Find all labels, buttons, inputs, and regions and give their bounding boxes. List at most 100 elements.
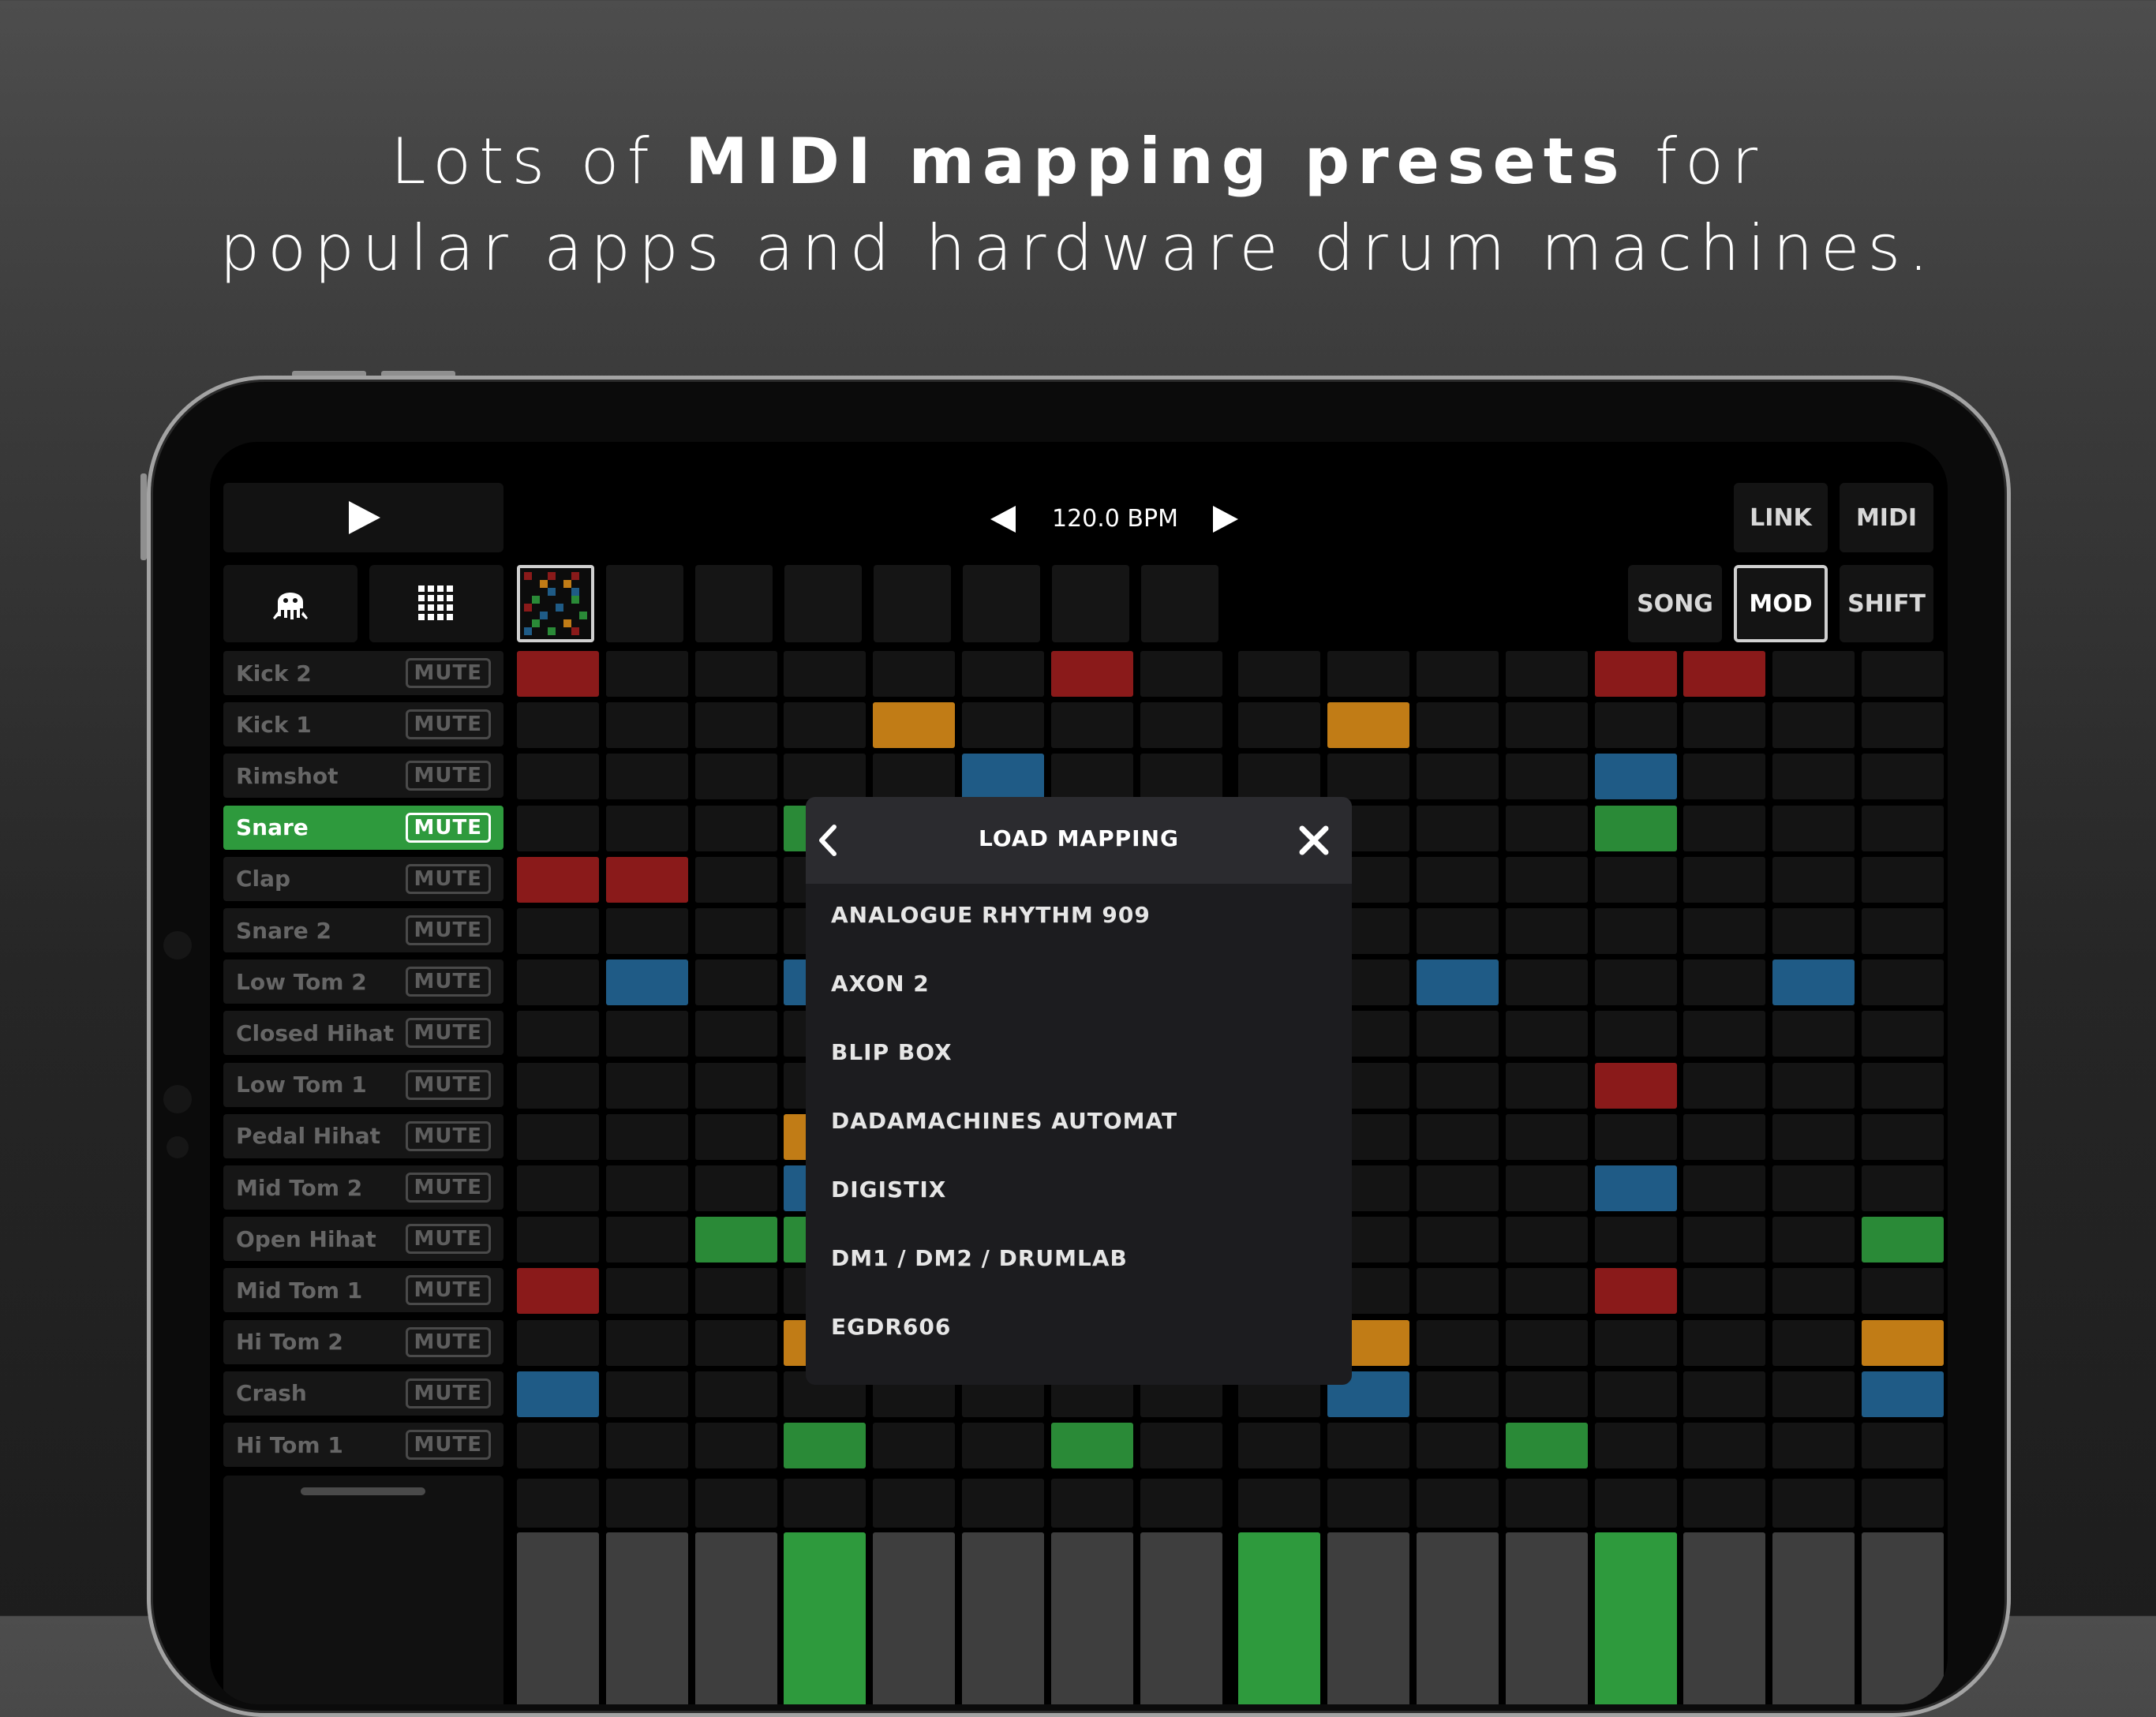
track-row[interactable]: Pedal Hihat MUTE <box>223 1113 503 1158</box>
step-cell[interactable] <box>1862 805 1944 851</box>
step-cell[interactable] <box>1594 702 1677 749</box>
step-indicator[interactable] <box>1238 1532 1321 1704</box>
play-button[interactable] <box>223 483 503 552</box>
step-cell[interactable] <box>1417 1165 1499 1211</box>
step-cell[interactable] <box>517 1217 599 1263</box>
track-list-scrollbar[interactable] <box>301 1487 425 1495</box>
step-cell[interactable] <box>1417 1113 1499 1160</box>
step-cell[interactable] <box>962 651 1044 697</box>
step-cell[interactable] <box>605 754 688 800</box>
step-indicator[interactable] <box>1772 1532 1855 1704</box>
mute-button[interactable]: MUTE <box>405 1430 491 1460</box>
step-cell[interactable] <box>1140 1423 1222 1468</box>
shift-button[interactable]: SHIFT <box>1840 565 1933 642</box>
step-cell[interactable] <box>694 1319 777 1366</box>
bpm-display[interactable]: 120.0 BPM <box>1052 505 1178 533</box>
step-cell[interactable] <box>1505 1113 1588 1160</box>
step-cell[interactable] <box>1772 1165 1855 1211</box>
song-button[interactable]: SONG <box>1628 565 1722 642</box>
step-indicator[interactable] <box>962 1532 1044 1704</box>
step-indicator[interactable] <box>1862 1532 1944 1704</box>
pattern-slot-7[interactable] <box>1052 565 1129 642</box>
track-row[interactable]: Kick 1 MUTE <box>223 702 503 747</box>
step-cell[interactable] <box>517 1062 599 1109</box>
mute-button[interactable]: MUTE <box>405 863 491 894</box>
track-row[interactable]: Kick 2 MUTE <box>223 651 503 695</box>
step-cell[interactable] <box>517 960 599 1006</box>
pattern-slot-2[interactable] <box>606 565 683 642</box>
track-row[interactable]: Hi Tom 2 MUTE <box>223 1319 503 1364</box>
mute-button[interactable]: MUTE <box>405 1120 491 1151</box>
step-cell[interactable] <box>1772 1371 1855 1417</box>
step-cell[interactable] <box>517 1165 599 1211</box>
step-cell[interactable] <box>1862 1371 1944 1417</box>
step-cell[interactable] <box>1862 1062 1944 1109</box>
step-cell[interactable] <box>694 1113 777 1160</box>
step-cell[interactable] <box>694 856 777 903</box>
step-cell[interactable] <box>962 754 1044 800</box>
mute-button[interactable]: MUTE <box>405 1275 491 1306</box>
step-cell[interactable] <box>1327 702 1410 749</box>
mute-button[interactable]: MUTE <box>405 1069 491 1100</box>
step-cell[interactable] <box>1594 1165 1677 1211</box>
step-cell[interactable] <box>1862 1113 1944 1160</box>
mute-button[interactable]: MUTE <box>405 812 491 843</box>
octopus-button[interactable] <box>223 565 357 642</box>
step-cell[interactable] <box>1594 651 1677 697</box>
step-cell[interactable] <box>1862 702 1944 749</box>
pattern-slot-8[interactable] <box>1141 565 1218 642</box>
step-cell[interactable] <box>784 1423 867 1468</box>
mapping-item[interactable]: EGDR606 <box>831 1314 951 1340</box>
step-cell[interactable] <box>1505 1371 1588 1417</box>
step-cell[interactable] <box>1417 1319 1499 1366</box>
step-cell[interactable] <box>1772 1423 1855 1468</box>
step-cell[interactable] <box>1772 1268 1855 1315</box>
mute-button[interactable]: MUTE <box>405 1378 491 1408</box>
step-cell[interactable] <box>694 754 777 800</box>
step-cell[interactable] <box>1594 1319 1677 1366</box>
step-cell[interactable] <box>694 805 777 851</box>
step-cell[interactable] <box>1594 805 1677 851</box>
step-cell[interactable] <box>1772 702 1855 749</box>
step-cell[interactable] <box>1417 1371 1499 1417</box>
step-cell[interactable] <box>1683 805 1766 851</box>
step-cell[interactable] <box>1683 1062 1766 1109</box>
step-indicator[interactable] <box>784 1532 867 1704</box>
link-button[interactable]: LINK <box>1734 483 1828 552</box>
step-cell[interactable] <box>694 1062 777 1109</box>
pattern-slot-4[interactable] <box>784 565 862 642</box>
track-row[interactable]: Hi Tom 1 MUTE <box>223 1423 503 1467</box>
mapping-item[interactable]: AXON 2 <box>831 971 930 997</box>
step-cell[interactable] <box>694 1268 777 1315</box>
step-cell[interactable] <box>1140 702 1222 749</box>
step-cell[interactable] <box>873 1423 956 1468</box>
step-cell[interactable] <box>1417 856 1499 903</box>
step-cell[interactable] <box>1683 856 1766 903</box>
step-cell[interactable] <box>1862 1423 1944 1468</box>
track-row[interactable]: Crash MUTE <box>223 1371 503 1416</box>
step-cell[interactable] <box>694 1371 777 1417</box>
track-row[interactable]: Mid Tom 1 MUTE <box>223 1268 503 1313</box>
step-cell[interactable] <box>605 1165 688 1211</box>
step-cell[interactable] <box>1772 805 1855 851</box>
step-cell[interactable] <box>517 908 599 954</box>
step-cell[interactable] <box>1417 1011 1499 1057</box>
mute-button[interactable]: MUTE <box>405 1326 491 1357</box>
step-cell[interactable] <box>1327 1423 1410 1468</box>
mute-button[interactable]: MUTE <box>405 915 491 945</box>
step-cell[interactable] <box>1594 960 1677 1006</box>
step-cell[interactable] <box>1862 754 1944 800</box>
step-cell[interactable] <box>1862 1268 1944 1315</box>
pattern-slot-5[interactable] <box>874 565 951 642</box>
track-row[interactable]: Low Tom 2 MUTE <box>223 960 503 1004</box>
mute-button[interactable]: MUTE <box>405 709 491 740</box>
mod-button[interactable]: MOD <box>1734 565 1828 642</box>
step-cell[interactable] <box>1862 1319 1944 1366</box>
step-cell[interactable] <box>1683 1319 1766 1366</box>
step-cell[interactable] <box>1594 908 1677 954</box>
step-cell[interactable] <box>1505 651 1588 697</box>
step-cell[interactable] <box>1417 908 1499 954</box>
mute-button[interactable]: MUTE <box>405 1173 491 1203</box>
step-cell[interactable] <box>1505 702 1588 749</box>
step-cell[interactable] <box>694 1423 777 1468</box>
